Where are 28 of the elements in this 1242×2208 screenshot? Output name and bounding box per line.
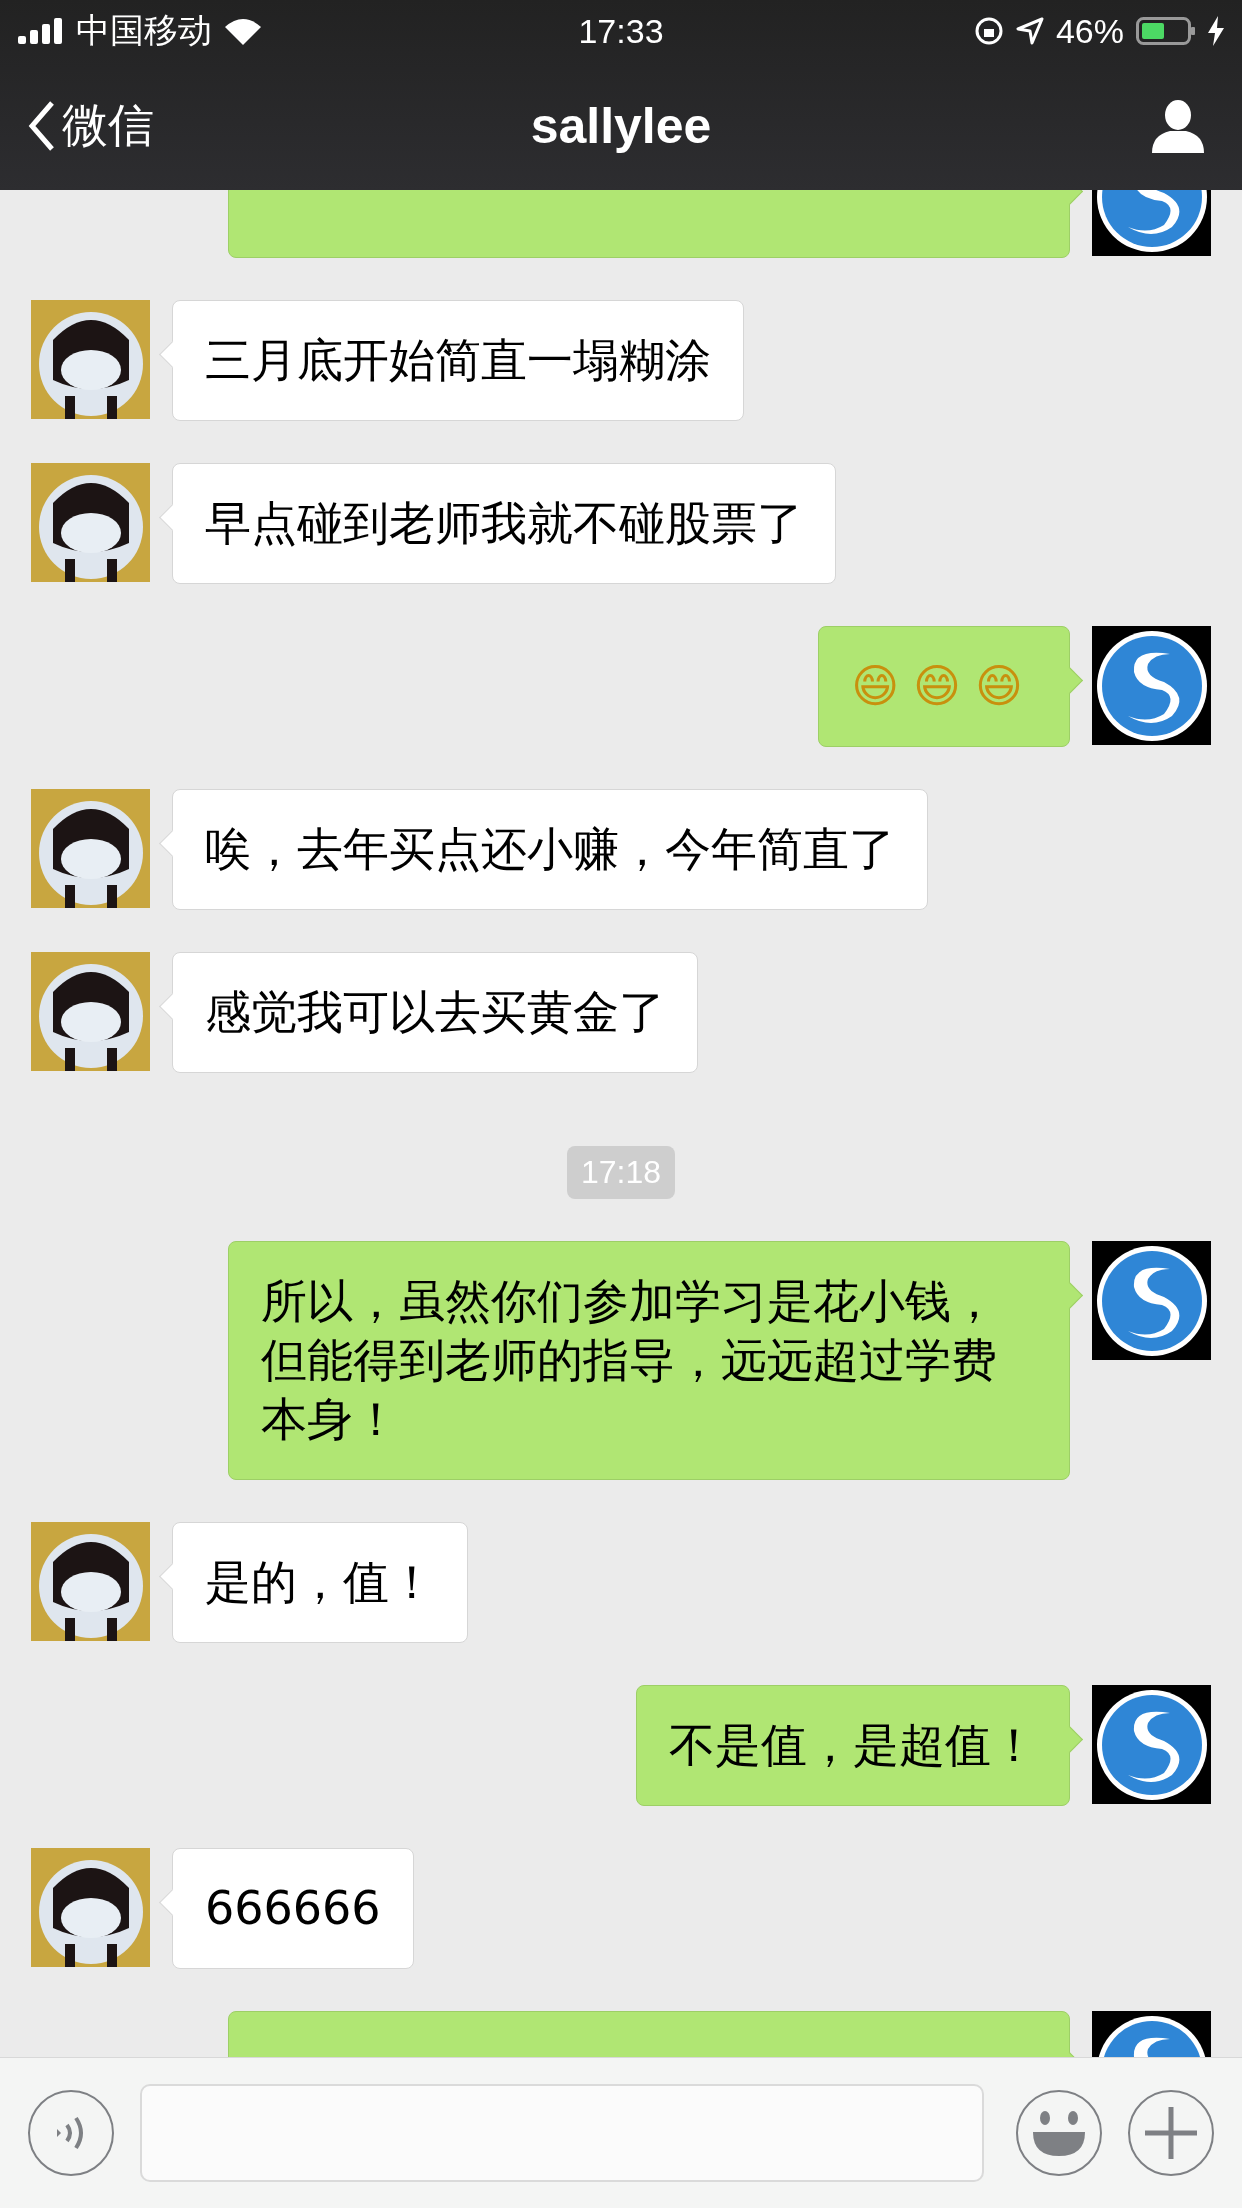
avatar-icon	[31, 1522, 150, 1641]
back-chevron-icon	[28, 100, 56, 152]
avatar-icon	[31, 1848, 150, 1967]
plus-button[interactable]	[1128, 2090, 1214, 2176]
avatar-icon	[31, 952, 150, 1071]
battery-percent: 46%	[1055, 11, 1124, 51]
chat-title: sallylee	[530, 97, 712, 155]
voice-button[interactable]	[28, 2090, 114, 2176]
message-input[interactable]	[140, 2084, 984, 2182]
battery-icon	[1136, 17, 1196, 45]
rotation-lock-icon	[973, 16, 1004, 46]
charging-bolt-icon	[1208, 16, 1224, 46]
avatar-icon	[1092, 626, 1211, 745]
person-icon[interactable]	[1150, 99, 1206, 153]
location-arrow-icon	[1015, 17, 1044, 45]
emoji-button[interactable]	[1016, 2090, 1102, 2176]
avatar-icon	[1092, 1685, 1211, 1804]
avatar-icon	[31, 789, 150, 908]
plus-icon	[1145, 2107, 1197, 2159]
wifi-icon	[224, 17, 262, 45]
smiley-icon	[1031, 2110, 1087, 2156]
avatar-icon	[1092, 1241, 1211, 1360]
avatar-icon	[31, 463, 150, 582]
clock-time: 17:33	[578, 11, 664, 51]
signal-icon	[18, 18, 64, 44]
avatar-icon	[31, 300, 150, 419]
carrier-name: 中国移动	[76, 10, 212, 51]
back-link[interactable]: 微信	[28, 95, 154, 157]
